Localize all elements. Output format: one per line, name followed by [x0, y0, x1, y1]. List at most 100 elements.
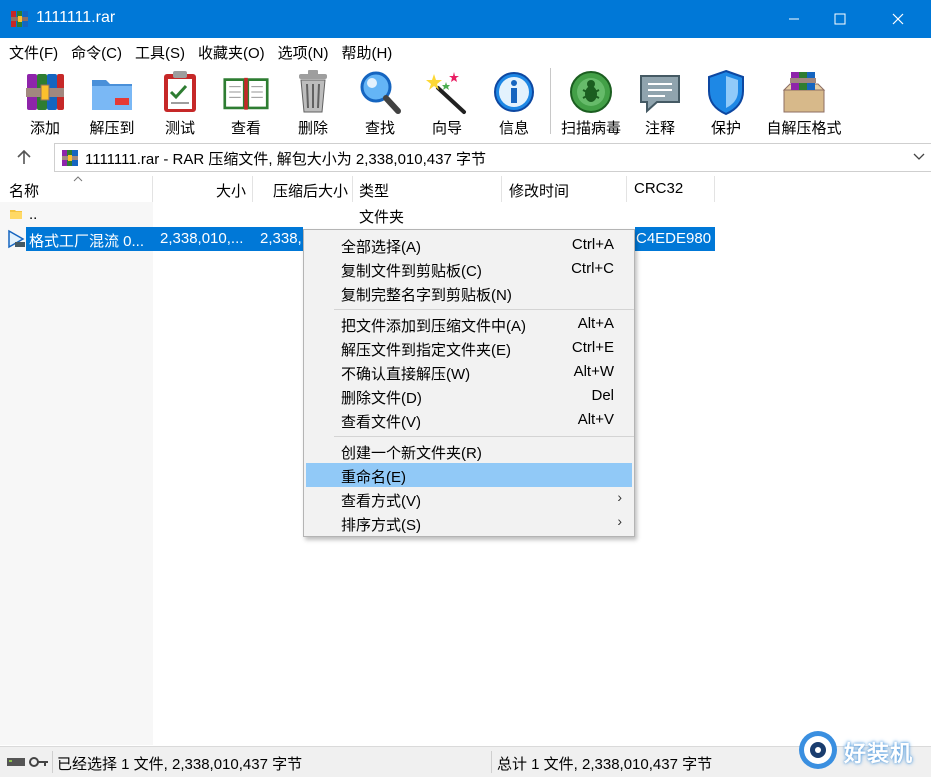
menu-view-file[interactable]: 查看文件(V) Alt+V: [306, 408, 632, 432]
column-modified-label: 修改时间: [509, 183, 570, 200]
list-header: 名称 大小 压缩后大小 类型 修改时间 CRC32: [0, 176, 931, 202]
view-button[interactable]: 查看: [220, 64, 272, 140]
row-packed: 2,338,: [260, 230, 302, 247]
find-button[interactable]: 查找: [357, 64, 403, 140]
menu-sort-mode[interactable]: 排序方式(S) ›: [306, 511, 632, 535]
chevron-right-icon: ›: [617, 513, 622, 529]
column-size[interactable]: 大小: [153, 176, 253, 202]
info-label: 信息: [498, 120, 529, 137]
column-crc[interactable]: CRC32: [627, 176, 715, 202]
sfx-label: 自解压格式: [766, 120, 842, 137]
column-packed[interactable]: 压缩后大小: [253, 176, 353, 202]
magnifier-icon: [360, 71, 401, 114]
menu-copy-full-name[interactable]: 复制完整名字到剪贴板(N): [306, 281, 632, 305]
row-size: 2,338,010,...: [160, 230, 244, 247]
test-clipboard-icon: [164, 71, 196, 112]
menu-add-to-archive[interactable]: 把文件添加到压缩文件中(A) Alt+A: [306, 312, 632, 336]
find-label: 查找: [364, 120, 395, 137]
watermark-logo: 好装机: [796, 727, 926, 775]
menu-copy-files[interactable]: 复制文件到剪贴板(C) Ctrl+C: [306, 257, 632, 281]
extract-to-folder-icon: [92, 80, 132, 110]
protect-label: 保护: [710, 120, 741, 137]
row-name: ..: [29, 206, 38, 223]
column-modified[interactable]: 修改时间: [502, 176, 627, 202]
menu-rename[interactable]: 重命名(E): [306, 463, 632, 487]
view-label: 查看: [230, 120, 261, 137]
virus-scan-button[interactable]: 扫描病毒: [560, 64, 622, 140]
minimize-button[interactable]: [771, 0, 817, 38]
delete-button[interactable]: 删除: [290, 64, 336, 140]
menu-tools[interactable]: 工具(S): [128, 38, 191, 64]
comment-button[interactable]: 注释: [637, 64, 683, 140]
minimize-icon: [789, 18, 799, 20]
menu-delete-files[interactable]: 删除文件(D) Del: [306, 384, 632, 408]
extract-to-label: 解压到: [89, 120, 135, 137]
arrow-up-icon: [17, 149, 31, 164]
column-name[interactable]: 名称: [0, 176, 153, 202]
comment-icon: [640, 75, 680, 114]
extract-to-button[interactable]: 解压到: [87, 64, 137, 140]
sfx-archive-icon: [782, 72, 826, 113]
toolbar: 添加 解压到 测试 查看 删除 查找 向导 信息 扫描病毒 注释 保护 自解压格…: [0, 64, 931, 140]
menu-extract-to-folder[interactable]: 解压文件到指定文件夹(E) Ctrl+E: [306, 336, 632, 360]
chevron-right-icon: ›: [617, 489, 622, 505]
add-label: 添加: [29, 120, 60, 137]
rar-archive-icon: [62, 150, 78, 166]
toolbar-separator: [550, 68, 551, 134]
column-size-label: 大小: [215, 183, 246, 200]
add-archive-icon: [26, 74, 64, 110]
menu-extract-without-confirm[interactable]: 不确认直接解压(W) Alt+W: [306, 360, 632, 384]
close-button[interactable]: [875, 0, 921, 38]
chevron-down-icon: [913, 153, 925, 160]
video-file-icon: [8, 229, 25, 249]
winrar-app-icon: [11, 11, 28, 27]
up-folder-button[interactable]: [12, 146, 36, 168]
status-bar: 已经选择 1 文件, 2,338,010,437 字节 总计 1 文件, 2,3…: [0, 746, 931, 777]
title-bar: 1111111.rar: [0, 0, 931, 38]
drive-key-icon: [7, 757, 48, 767]
path-dropdown[interactable]: 1111111.rar - RAR 压缩文件, 解包大小为 2,338,010,…: [54, 143, 931, 172]
menu-select-all[interactable]: 全部选择(A) Ctrl+A: [306, 233, 632, 257]
test-label: 测试: [164, 120, 195, 137]
trash-can-icon: [299, 70, 327, 113]
protect-button[interactable]: 保护: [703, 64, 749, 140]
menu-view-mode[interactable]: 查看方式(V) ›: [306, 487, 632, 511]
row-name: 格式工厂混流 0...: [29, 233, 145, 250]
table-row[interactable]: .. 文件夹: [0, 203, 931, 227]
column-type[interactable]: 类型: [353, 176, 502, 202]
test-button[interactable]: 测试: [157, 64, 203, 140]
comment-label: 注释: [644, 120, 675, 137]
address-bar: 1111111.rar - RAR 压缩文件, 解包大小为 2,338,010,…: [0, 140, 931, 174]
maximize-button[interactable]: [817, 0, 863, 38]
status-total: 总计 1 文件, 2,338,010,437 字节: [497, 756, 713, 773]
path-text: 1111111.rar - RAR 压缩文件, 解包大小为 2,338,010,…: [85, 151, 486, 168]
magic-wand-icon: [426, 72, 466, 114]
row-type: 文件夹: [359, 209, 405, 226]
shield-icon: [708, 69, 744, 116]
window-title: 1111111.rar: [36, 9, 116, 26]
column-crc-label: CRC32: [634, 180, 684, 197]
wizard-button[interactable]: 向导: [424, 64, 470, 140]
virus-scan-label: 扫描病毒: [560, 120, 621, 137]
menu-options[interactable]: 选项(N): [271, 38, 335, 64]
menu-help[interactable]: 帮助(H): [334, 38, 398, 64]
info-button[interactable]: 信息: [491, 64, 537, 140]
menu-commands[interactable]: 命令(C): [64, 38, 128, 64]
wizard-label: 向导: [431, 120, 462, 137]
menu-bar: 文件(F) 命令(C) 工具(S) 收藏夹(O) 选项(N) 帮助(H): [0, 38, 931, 64]
delete-label: 删除: [297, 120, 328, 137]
menu-create-folder[interactable]: 创建一个新文件夹(R): [306, 439, 632, 463]
column-name-label: 名称: [9, 183, 40, 200]
menu-favorites[interactable]: 收藏夹(O): [191, 38, 271, 64]
close-icon: [892, 13, 904, 25]
sfx-button[interactable]: 自解压格式: [765, 64, 843, 140]
menu-file[interactable]: 文件(F): [2, 38, 64, 64]
folder-icon: [10, 210, 22, 219]
add-button[interactable]: 添加: [22, 64, 68, 140]
column-packed-label: 压缩后大小: [272, 183, 348, 200]
status-selected: 已经选择 1 文件, 2,338,010,437 字节: [57, 756, 303, 773]
info-icon: [494, 72, 534, 112]
virus-scan-icon: [570, 71, 612, 113]
column-type-label: 类型: [359, 183, 390, 200]
sort-ascending-icon: [73, 176, 83, 182]
